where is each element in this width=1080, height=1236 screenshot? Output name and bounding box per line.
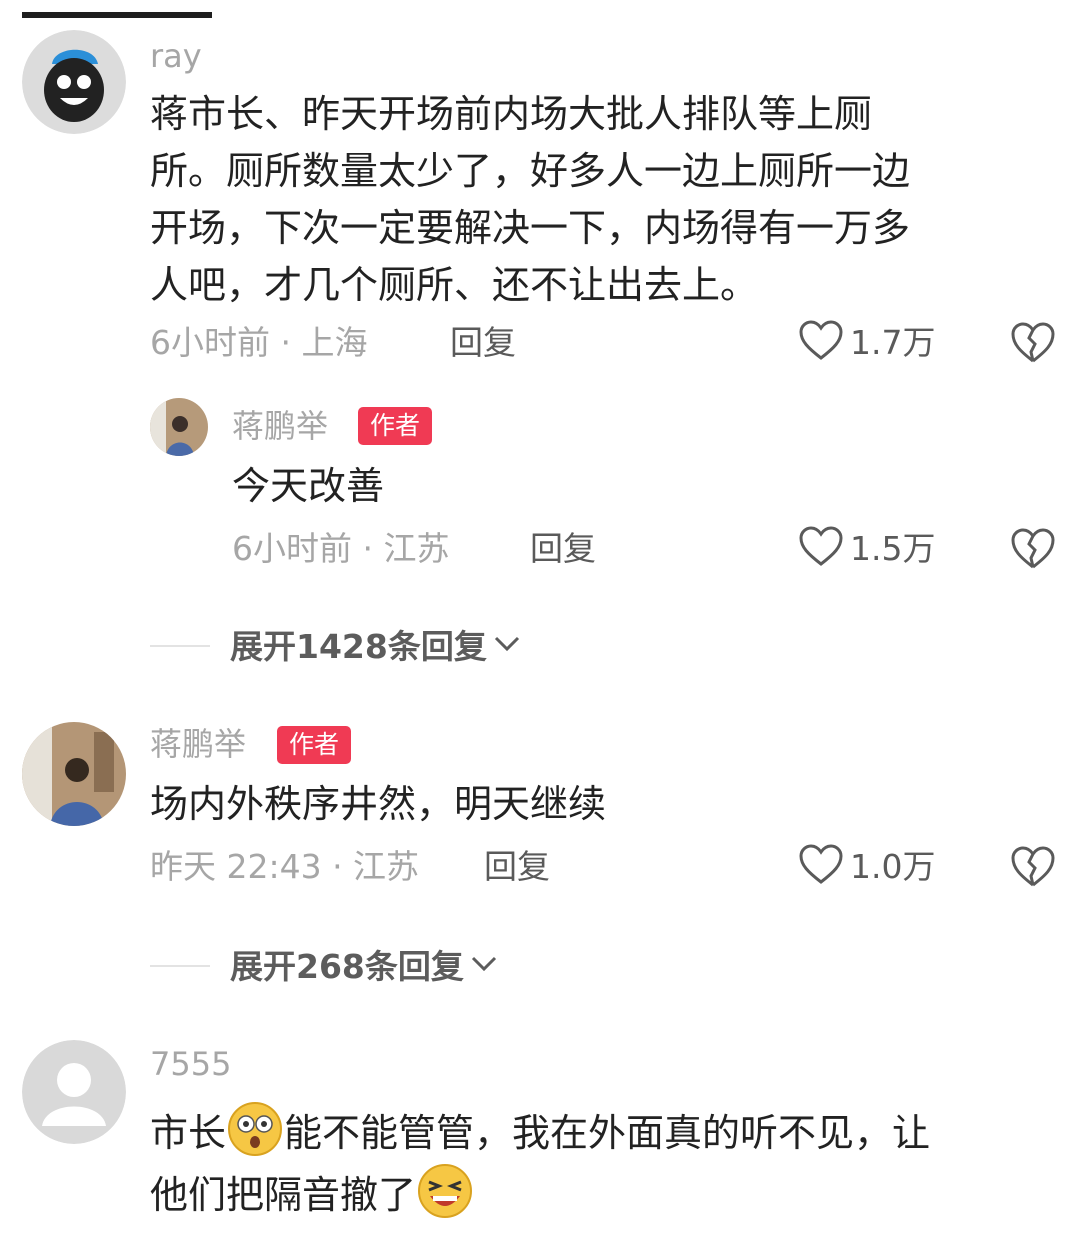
comment-text-line: 蒋市长、昨天开场前内场大批人排队等上厕 <box>150 92 873 136</box>
comment-text-segment: 市长 <box>150 1111 227 1155</box>
heart-icon <box>798 525 844 571</box>
reply-button[interactable]: 回复 <box>450 326 516 359</box>
comment-text-line: 人吧，才几个厕所、还不让出去上。 <box>150 263 759 307</box>
like-button[interactable]: 1.5万 <box>798 526 935 570</box>
dislike-button[interactable] <box>1010 526 1056 570</box>
comment-text-segment: 他们把隔音撤了 <box>150 1173 417 1217</box>
avatar[interactable] <box>22 1040 126 1144</box>
comment-meta: 昨天 22:43 · 江苏 <box>150 847 420 886</box>
broken-heart-icon <box>1010 846 1056 892</box>
broken-heart-icon <box>1010 322 1056 368</box>
comment-meta: 6小时前 · 上海 <box>150 323 368 362</box>
dislike-button[interactable] <box>1010 844 1056 888</box>
like-count: 1.0万 <box>850 846 936 886</box>
divider <box>150 645 210 647</box>
avatar[interactable] <box>22 30 126 134</box>
status-bar-indicator <box>22 12 212 18</box>
expand-replies-button[interactable]: 展开1428条回复 <box>150 626 523 666</box>
expand-replies-label: 展开268条回复 <box>230 946 464 986</box>
reply-button[interactable]: 回复 <box>484 850 550 883</box>
like-count: 1.7万 <box>850 322 936 362</box>
comment-text-segment: 能不能管管，我在外面真的听不见，让 <box>284 1111 931 1155</box>
reply-username[interactable]: 蒋鹏举 <box>232 410 328 442</box>
comment-text-line: 开场，下次一定要解决一下，内场得有一万多 <box>150 206 911 250</box>
comment-username[interactable]: 7555 <box>150 1048 231 1080</box>
reply-meta: 6小时前 · 江苏 <box>232 529 450 568</box>
comment-text: 市长 能不能管管，我在外面真的听不见，让 他们把隔音撤了 <box>150 1100 930 1224</box>
avatar[interactable] <box>150 398 208 456</box>
comment-text: 场内外秩序井然，明天继续 <box>150 782 607 826</box>
expand-replies-button[interactable]: 展开268条回复 <box>150 946 500 986</box>
comment-username[interactable]: 蒋鹏举 <box>150 728 246 760</box>
reply-text: 今天改善 <box>232 464 385 508</box>
shocked-emoji-icon <box>226 1100 284 1158</box>
comment-username[interactable]: ray <box>150 40 202 72</box>
avatar[interactable] <box>22 722 126 826</box>
comment-text-line: 市长 能不能管管，我在外面真的听不见，让 <box>150 1100 930 1162</box>
divider <box>150 965 210 967</box>
comment-text: 蒋市长、昨天开场前内场大批人排队等上厕 所。厕所数量太少了，好多人一边上厕所一边… <box>150 86 910 314</box>
like-button[interactable]: 1.0万 <box>798 844 935 888</box>
comment-text-line: 所。厕所数量太少了，好多人一边上厕所一边 <box>150 149 911 193</box>
comment-text-line: 他们把隔音撤了 <box>150 1162 930 1224</box>
reply-button[interactable]: 回复 <box>530 532 596 565</box>
chevron-down-icon <box>464 953 500 979</box>
broken-heart-icon <box>1010 528 1056 574</box>
like-count: 1.5万 <box>850 528 936 568</box>
dislike-button[interactable] <box>1010 320 1056 364</box>
like-button[interactable]: 1.7万 <box>798 320 935 364</box>
expand-replies-label: 展开1428条回复 <box>230 626 487 666</box>
heart-icon <box>798 319 844 365</box>
author-badge: 作者 <box>277 726 352 764</box>
author-badge: 作者 <box>358 407 433 445</box>
chevron-down-icon <box>487 633 523 659</box>
laughing-emoji-icon <box>416 1162 474 1220</box>
heart-icon <box>798 843 844 889</box>
